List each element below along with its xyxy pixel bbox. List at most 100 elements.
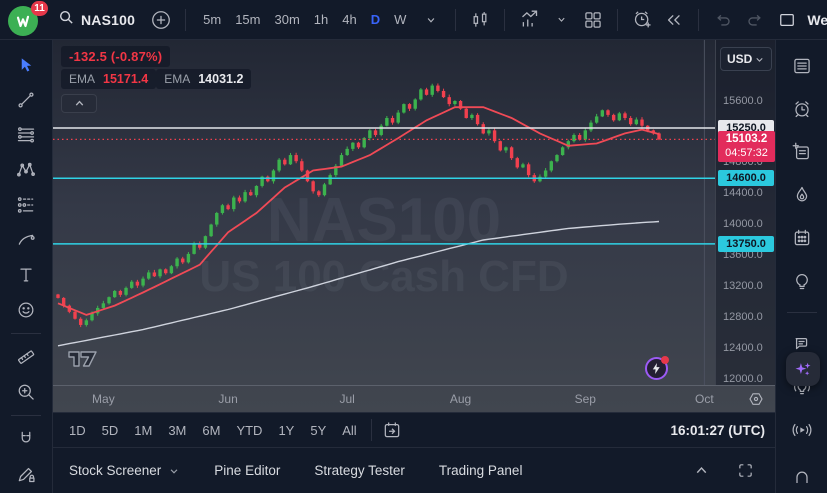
cursor-tool-icon[interactable] [12, 53, 40, 77]
drawing-lock-icon[interactable] [12, 462, 40, 486]
timeframe-4h[interactable]: 4h [335, 6, 363, 34]
price-tick: 15600.0 [723, 95, 763, 107]
compare-add-icon[interactable] [147, 6, 175, 34]
indicator-value: 14031.2 [198, 72, 243, 86]
timeframe-d[interactable]: D [364, 6, 387, 34]
timeframe-1h[interactable]: 1h [307, 6, 335, 34]
toolbar-separator [185, 9, 186, 31]
sidebar-separator [787, 312, 817, 313]
tradingview-logo[interactable] [67, 348, 99, 375]
legend-indicator-row[interactable]: EMA14031.2 [156, 69, 251, 89]
toolbar-separator [617, 9, 618, 31]
text-tool-icon[interactable] [12, 263, 40, 287]
legend-change-row[interactable]: -132.5 (-0.87%) [61, 46, 170, 67]
bottom-panel-tabs: Stock Screener Pine Editor Strategy Tester… [53, 447, 775, 493]
toolbar-separator [504, 9, 505, 31]
zoom-in-tool-icon[interactable] [12, 380, 40, 404]
range-1y[interactable]: 1Y [270, 417, 302, 443]
indicator-name: EMA [69, 72, 95, 86]
emoji-tool-icon[interactable] [12, 298, 40, 322]
range-1m[interactable]: 1M [126, 417, 160, 443]
month-label-may: May [92, 392, 115, 406]
legend-indicator-row[interactable]: EMA15171.4 [61, 69, 156, 89]
toolbar-separator [11, 333, 41, 334]
timeframe-dropdown-icon[interactable] [417, 6, 445, 34]
chevron-down-icon [168, 465, 180, 477]
range-3m[interactable]: 3M [160, 417, 194, 443]
layout-window-icon[interactable] [773, 6, 801, 34]
tab-trading-panel[interactable]: Trading Panel [439, 463, 523, 478]
range-5d[interactable]: 5D [94, 417, 127, 443]
price-tick: 12800.0 [723, 311, 763, 323]
help-icon[interactable] [788, 461, 816, 485]
layout-grid-icon[interactable] [579, 6, 607, 34]
trend-line-tool-icon[interactable] [12, 88, 40, 112]
hotlists-icon[interactable] [788, 183, 816, 207]
create-alert-icon[interactable] [628, 6, 656, 34]
tab-label: Trading Panel [439, 463, 523, 478]
ideas-icon[interactable] [788, 269, 816, 293]
layout-name-label[interactable]: Wealt [807, 12, 827, 28]
range-5y[interactable]: 5Y [302, 417, 334, 443]
bar-replay-icon[interactable] [660, 6, 688, 34]
time-axis[interactable]: MayJunJulAugSepOct [53, 385, 775, 412]
indicators-icon[interactable] [515, 6, 543, 34]
top-toolbar: 11 NAS100 5m15m30m1h4hDW [0, 0, 827, 40]
range-all[interactable]: All [334, 417, 364, 443]
tab-label: Pine Editor [214, 463, 280, 478]
tab-label: Strategy Tester [314, 463, 405, 478]
panel-expand-icon[interactable] [687, 457, 715, 485]
currency-selector[interactable]: USD [720, 47, 772, 71]
chart-style-icon[interactable] [466, 6, 494, 34]
broker-logo[interactable]: 11 [6, 3, 46, 37]
magnet-tool-icon[interactable] [12, 427, 40, 451]
ai-assistant-button[interactable] [786, 352, 820, 386]
range-1d[interactable]: 1D [61, 417, 94, 443]
month-label-jun: Jun [218, 392, 237, 406]
session-clock[interactable]: 16:01:27 (UTC) [670, 423, 767, 438]
tab-pine-editor[interactable]: Pine Editor [214, 463, 280, 478]
pattern-tool-icon[interactable] [12, 158, 40, 182]
prediction-tool-icon[interactable] [12, 193, 40, 217]
redo-icon[interactable] [741, 6, 769, 34]
tab-strategy-tester[interactable]: Strategy Tester [314, 463, 405, 478]
right-sidebar [775, 40, 827, 493]
notes-icon[interactable] [788, 140, 816, 164]
measure-tool-icon[interactable] [12, 345, 40, 369]
drawing-toolbar [0, 40, 53, 493]
news-spark-badge[interactable] [645, 357, 668, 380]
fib-tool-icon[interactable] [12, 123, 40, 147]
axis-settings-gear-icon[interactable] [746, 389, 766, 409]
timeframe-30m[interactable]: 30m [267, 6, 306, 34]
tab-stock-screener[interactable]: Stock Screener [69, 463, 180, 478]
chevron-down-icon [754, 54, 765, 65]
legend-collapse-button[interactable] [61, 94, 97, 113]
date-range-toolbar: 1D5D1M3M6MYTD1Y5YAll 16:01:27 (UTC) [53, 412, 775, 447]
chart-area[interactable]: NAS100 US 100 Cash CFD -132.5 (-0.87%) E… [53, 40, 775, 412]
symbol-search-button[interactable]: NAS100 [50, 6, 143, 34]
toolbar-separator [11, 415, 41, 416]
calendar-icon[interactable] [788, 226, 816, 250]
timeframe-5m[interactable]: 5m [196, 6, 228, 34]
bar-countdown: 04:57:32 [725, 147, 768, 160]
price-axis[interactable]: USD 15600.014800.014400.014000.013600.01… [715, 40, 775, 385]
go-to-date-icon[interactable] [378, 416, 406, 444]
alerts-icon[interactable] [788, 97, 816, 121]
watchlist-icon[interactable] [788, 54, 816, 78]
price-tick: 14400.0 [723, 187, 763, 199]
range-6m[interactable]: 6M [194, 417, 228, 443]
streams-icon[interactable] [788, 418, 816, 442]
indicators-dropdown-icon[interactable] [547, 6, 575, 34]
timeframe-w[interactable]: W [387, 6, 413, 34]
brush-tool-icon[interactable] [12, 228, 40, 252]
range-ytd[interactable]: YTD [228, 417, 270, 443]
panel-maximize-icon[interactable] [731, 457, 759, 485]
timeframe-15m[interactable]: 15m [228, 6, 267, 34]
level-price-label: 13750.0 [718, 236, 774, 252]
undo-icon[interactable] [709, 6, 737, 34]
notification-badge: 11 [31, 1, 48, 16]
currency-label: USD [727, 52, 752, 66]
price-change-label: -132.5 (-0.87%) [69, 49, 162, 64]
toolbar-separator [698, 9, 699, 31]
last-price-label: 15103.2 04:57:32 [718, 131, 775, 162]
